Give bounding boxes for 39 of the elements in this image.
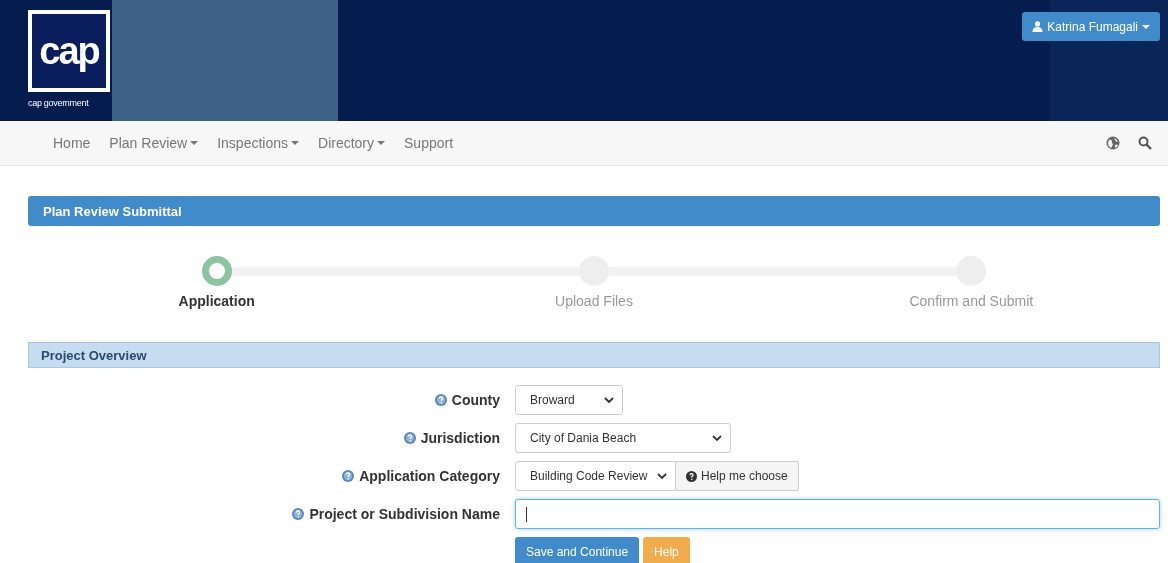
field-label: Application Category [359,468,500,484]
step-label: Confirm and Submit [909,293,1034,309]
caret-icon [377,141,386,145]
help-icon[interactable] [403,432,416,444]
user-menu-button[interactable]: Katrina Fumagali [1022,12,1160,41]
help-icon[interactable] [434,394,447,406]
help-me-choose-button[interactable]: Help me choose [676,461,799,491]
help-icon[interactable] [342,470,355,482]
globe-icon[interactable] [1106,136,1120,150]
panel-title: Plan Review Submittal [43,203,182,219]
save-button[interactable]: Save and Continue [515,537,640,563]
caret-icon [190,141,199,145]
select-field[interactable]: City of Dania Beach [515,423,731,453]
nav-link[interactable]: Directory [318,135,386,151]
user-icon [1032,21,1044,32]
question-icon [686,470,697,482]
nav-link[interactable]: Inspections [217,135,299,151]
nav-link[interactable]: Support [404,135,454,151]
nav-link[interactable]: Plan Review [109,135,199,151]
nav-link[interactable]: Home [53,135,91,151]
search-icon[interactable] [1138,136,1152,150]
caret-icon [1142,24,1150,29]
step-label: Application [178,293,255,309]
logo-mark: cap [28,10,110,92]
select-field[interactable]: Broward [515,385,623,415]
logo-caption: cap government [28,98,90,108]
caret-icon [291,141,299,145]
select-field[interactable]: Building Code Review [515,461,676,491]
cap-logo[interactable]: cap cap government [28,10,112,121]
text-field[interactable] [515,499,1160,529]
field-label: Jurisdiction [420,430,500,446]
help-icon[interactable] [292,508,305,520]
step-label: Upload Files [555,293,633,309]
chevron-icon [657,473,667,479]
field-label: County [451,392,500,408]
chevron-icon [712,435,722,441]
chevron-icon [604,397,614,403]
field-label: Project or Subdivision Name [309,506,500,522]
section-title: Project Overview [41,347,147,363]
